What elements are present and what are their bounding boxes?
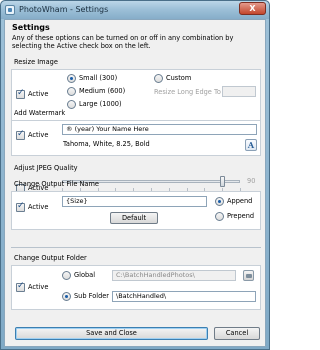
resize-section-title: Resize Image	[14, 58, 58, 66]
resize-long-edge-input[interactable]	[222, 86, 256, 97]
watermark-active-checkbox[interactable]	[16, 129, 25, 140]
resize-custom-radio[interactable]	[154, 74, 163, 83]
settings-panel: Settings Any of these options can be tur…	[4, 19, 266, 347]
resize-small-radio[interactable]	[67, 74, 76, 83]
title-bar[interactable]: PhotoWham - Settings X	[1, 1, 269, 19]
settings-window: PhotoWham - Settings X Settings Any of t…	[0, 0, 270, 350]
rename-text-input[interactable]: {Size}	[62, 196, 207, 207]
window-title: PhotoWham - Settings	[19, 5, 109, 14]
resize-medium-label: Medium (600)	[79, 87, 126, 95]
folder-subfolder-input[interactable]: \BatchHandled\	[112, 291, 256, 302]
app-icon	[5, 5, 15, 15]
jpeg-section-title: Adjust JPEG Quality	[14, 164, 78, 172]
save-and-close-button[interactable]: Save and Close	[15, 327, 208, 340]
rename-prepend-radio[interactable]	[215, 212, 224, 221]
cancel-button[interactable]: Cancel	[214, 327, 260, 340]
folder-global-input[interactable]: C:\BatchHandledPhotos\	[112, 270, 236, 281]
rename-section-title: Change Output File Name	[14, 180, 99, 188]
folder-group: Active Global C:\BatchHandledPhotos\ Sub…	[11, 265, 261, 310]
resize-active-label: Active	[28, 90, 49, 98]
rename-append-label: Append	[227, 197, 253, 205]
close-icon[interactable]: X	[239, 2, 266, 15]
rename-group: Active {Size} Default Append Prepend	[11, 191, 261, 230]
folder-subfolder-radio[interactable]	[62, 292, 71, 301]
watermark-group: Active ® (year) Your Name Here Tahoma, W…	[11, 120, 261, 156]
rename-prepend-label: Prepend	[227, 212, 255, 220]
rename-default-button[interactable]: Default	[110, 212, 158, 224]
resize-large-radio[interactable]	[67, 100, 76, 109]
section-divider	[11, 247, 261, 248]
folder-global-label: Global	[74, 271, 96, 279]
font-picker-button[interactable]: A	[245, 139, 257, 151]
folder-active-label: Active	[28, 283, 49, 291]
resize-long-edge-label: Resize Long Edge To	[154, 88, 221, 96]
jpeg-quality-value: 90	[247, 177, 256, 185]
browse-folder-icon[interactable]	[243, 270, 254, 281]
settings-description: Any of these options can be turned on or…	[12, 34, 234, 50]
rename-append-radio[interactable]	[215, 197, 224, 206]
resize-medium-radio[interactable]	[67, 87, 76, 96]
folder-active-checkbox[interactable]	[16, 281, 25, 292]
resize-small-label: Small (300)	[79, 74, 118, 82]
resize-custom-label: Custom	[166, 74, 192, 82]
watermark-font-info: Tahoma, White, 8.25, Bold	[63, 140, 150, 148]
jpeg-quality-slider-thumb[interactable]	[219, 176, 225, 187]
resize-large-label: Large (1000)	[79, 100, 122, 108]
rename-active-checkbox[interactable]	[16, 201, 25, 212]
resize-active-checkbox[interactable]	[16, 88, 25, 99]
folder-subfolder-label: Sub Folder	[74, 292, 110, 300]
watermark-text-input[interactable]: ® (year) Your Name Here	[62, 124, 257, 135]
folder-global-radio[interactable]	[62, 271, 71, 280]
rename-active-label: Active	[28, 203, 49, 211]
watermark-active-label: Active	[28, 131, 49, 139]
page-title: Settings	[12, 23, 50, 32]
folder-section-title: Change Output Folder	[14, 254, 87, 262]
watermark-section-title: Add Watermark	[14, 109, 66, 117]
